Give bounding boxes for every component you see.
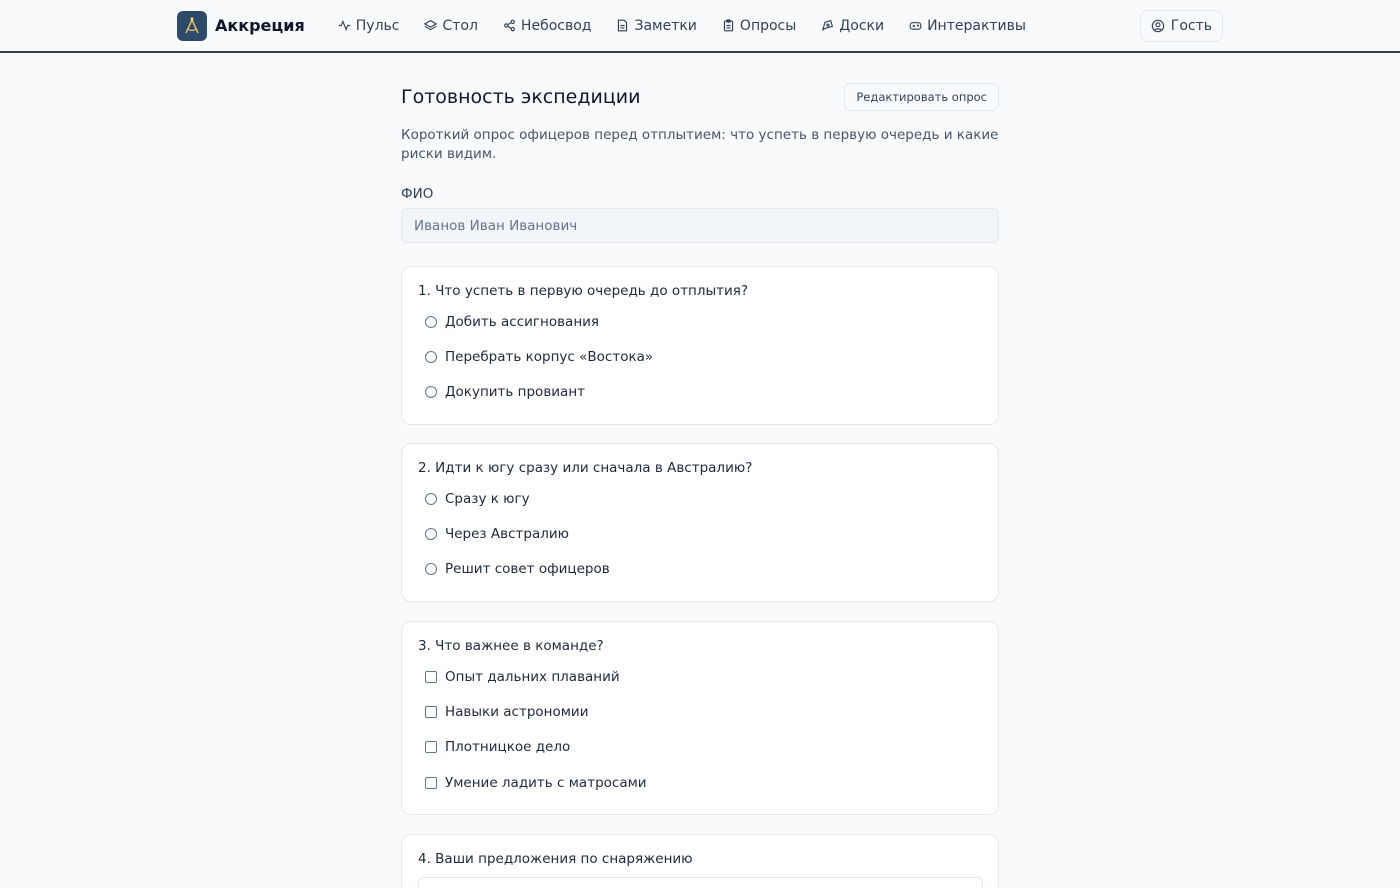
option-label: Через Австралию: [445, 526, 569, 542]
nav-item-notes[interactable]: Заметки: [616, 17, 697, 34]
nav-item-sky[interactable]: Небосвод: [503, 17, 592, 34]
user-circle-icon: [1151, 19, 1165, 32]
question-title: 1. Что успеть в первую очередь до отплыт…: [418, 283, 749, 299]
nav-item-label: Небосвод: [520, 17, 592, 34]
option-label: Сразу к югу: [445, 491, 530, 507]
nav-item-label: Доски: [839, 17, 885, 34]
option-radio[interactable]: Добить ассигнования: [425, 314, 599, 330]
nav-item-boards[interactable]: Доски: [821, 18, 884, 34]
compass-logo-icon: [177, 10, 207, 41]
option-radio[interactable]: Сразу к югу: [425, 491, 530, 507]
option-label: Умение ладить с матросами: [445, 775, 647, 791]
radio-button[interactable]: [425, 316, 437, 328]
option-radio[interactable]: Через Австралию: [425, 526, 569, 542]
user-button[interactable]: Гость: [1139, 9, 1223, 42]
question-card-4: 4. Ваши предложения по снаряжению: [401, 834, 999, 888]
page-title: Готовность экспедиции: [401, 86, 641, 108]
nav-item-polls[interactable]: Опросы: [722, 18, 796, 34]
radio-button[interactable]: [425, 386, 437, 398]
edit-poll-button[interactable]: Редактировать опрос: [844, 83, 999, 111]
nav-item-label: Пульс: [355, 17, 400, 34]
option-radio[interactable]: Докупить провиант: [425, 384, 585, 400]
navbar-inner: Аккреция Пульс Стол Небосвод Заметки Опр…: [177, 0, 1223, 51]
nav-item-pulse[interactable]: Пульс: [338, 17, 400, 34]
option-label: Докупить провиант: [445, 384, 586, 400]
nav-item-label: Заметки: [634, 17, 697, 34]
option-checkbox[interactable]: Навыки астрономии: [425, 704, 588, 720]
top-navbar: Аккреция Пульс Стол Небосвод Заметки Опр…: [0, 0, 1400, 53]
question-title: 3. Что важнее в команде?: [418, 638, 604, 654]
nav-item-label: Интерактивы: [927, 17, 1026, 34]
option-checkbox[interactable]: Плотницкое дело: [425, 739, 570, 755]
poll-description: Короткий опрос офицеров перед отплытием:…: [401, 127, 999, 162]
layers-icon: [424, 19, 438, 31]
option-radio[interactable]: Решит совет офицеров: [425, 561, 610, 577]
activity-icon: [338, 19, 350, 32]
poll-title-row: Готовность экспедиции Редактировать опро…: [401, 83, 999, 111]
option-label: Навыки астрономии: [445, 704, 589, 720]
pen-tool-icon: [822, 19, 834, 31]
radio-button[interactable]: [425, 351, 437, 363]
option-label: Перебрать корпус «Востока»: [445, 349, 654, 365]
nav-item-desk[interactable]: Стол: [424, 17, 478, 34]
fio-label: ФИО: [401, 186, 434, 202]
share-nodes-icon: [503, 19, 515, 32]
nav-item-label: Стол: [442, 17, 478, 34]
option-label: Плотницкое дело: [445, 739, 571, 755]
nav-item-interactives[interactable]: Интерактивы: [909, 18, 1026, 34]
question-card-1: 1. Что успеть в первую очередь до отплыт…: [401, 266, 999, 425]
radio-button[interactable]: [425, 528, 437, 540]
question-card-2: 2. Идти к югу сразу или сначала в Австра…: [401, 443, 999, 602]
equipment-suggestions-textarea[interactable]: [418, 877, 983, 888]
poll-main: Готовность экспедиции Редактировать опро…: [401, 53, 999, 888]
nav-item-label: Опросы: [739, 17, 797, 34]
brand[interactable]: Аккреция: [177, 10, 305, 41]
clipboard-icon: [723, 19, 734, 32]
gamepad-icon: [909, 22, 922, 30]
option-checkbox[interactable]: Опыт дальних плаваний: [425, 669, 620, 685]
question-title: 2. Идти к югу сразу или сначала в Австра…: [418, 460, 753, 476]
radio-button[interactable]: [425, 493, 437, 505]
radio-button[interactable]: [425, 563, 437, 575]
option-checkbox[interactable]: Умение ладить с матросами: [425, 775, 647, 791]
checkbox[interactable]: [425, 741, 437, 753]
checkbox[interactable]: [425, 671, 437, 683]
checkbox[interactable]: [425, 777, 437, 789]
file-text-icon: [618, 19, 628, 32]
question-card-3: 3. Что важнее в команде? Опыт дальних пл…: [401, 621, 999, 815]
option-label: Решит совет офицеров: [445, 561, 610, 577]
brand-name: Аккреция: [215, 16, 305, 35]
fio-input[interactable]: [401, 208, 999, 243]
user-label: Гость: [1170, 17, 1212, 34]
main-nav: Пульс Стол Небосвод Заметки Опросы Доски: [338, 18, 1026, 34]
option-label: Добить ассигнования: [445, 314, 600, 330]
checkbox[interactable]: [425, 706, 437, 718]
option-radio[interactable]: Перебрать корпус «Востока»: [425, 349, 653, 365]
option-label: Опыт дальних плаваний: [445, 669, 620, 685]
question-title: 4. Ваши предложения по снаряжению: [418, 851, 693, 867]
